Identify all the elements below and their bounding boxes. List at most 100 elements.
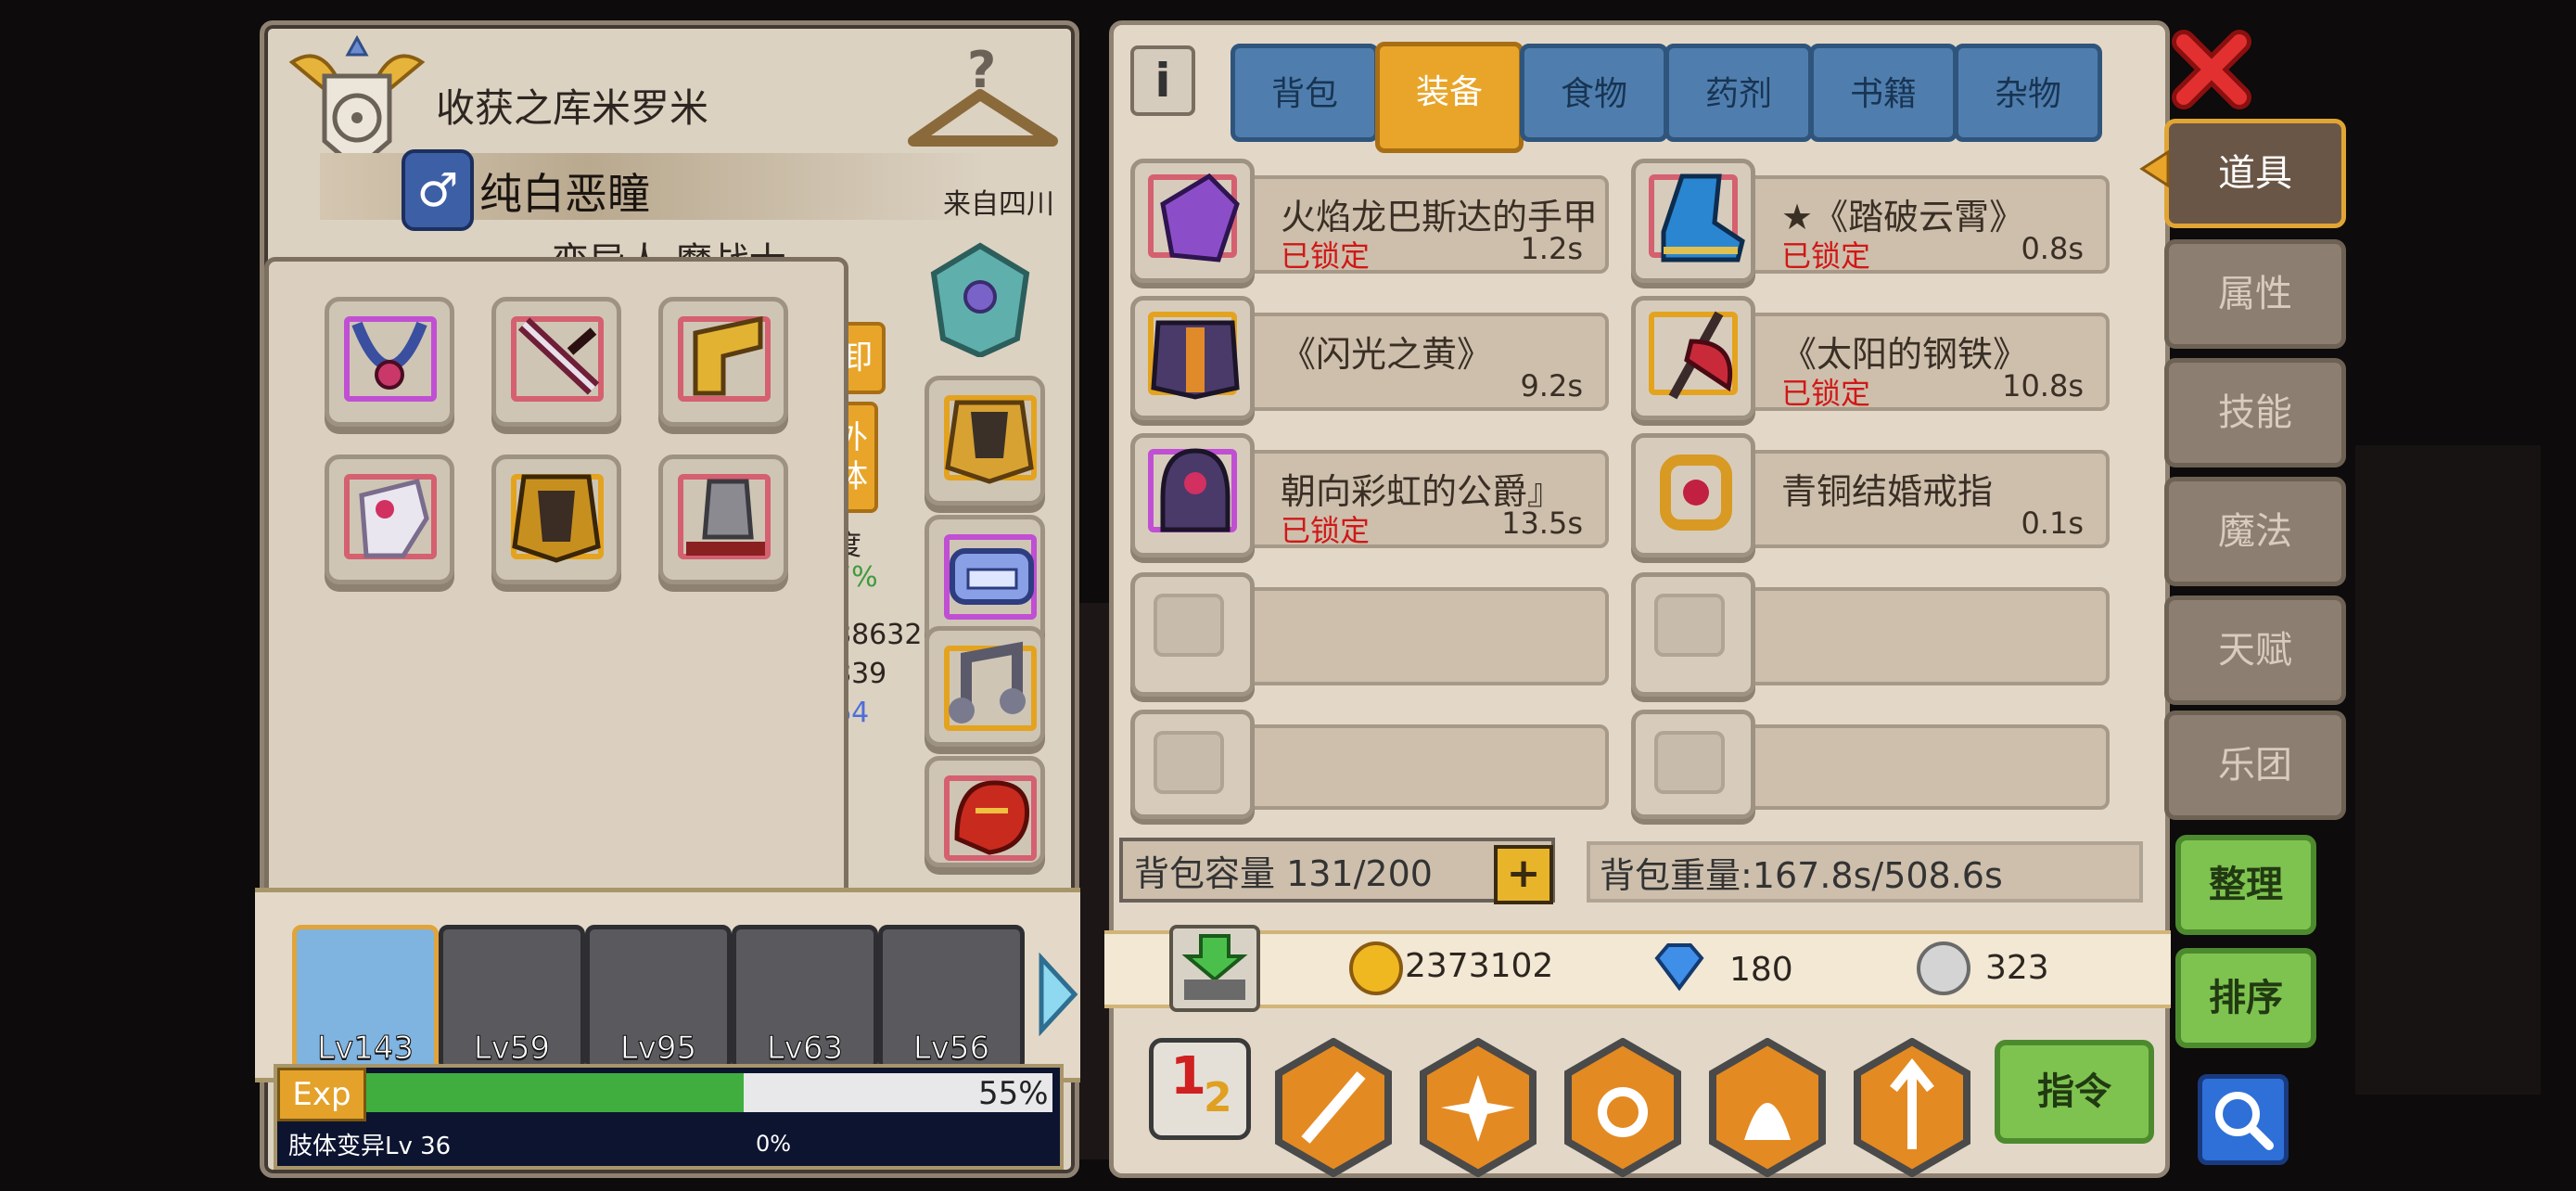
tab-books[interactable]: 书籍	[1809, 44, 1958, 142]
gold-amount: 2373102	[1405, 947, 1554, 985]
exp-label: Exp	[277, 1068, 366, 1121]
ring-icon	[1660, 455, 1732, 531]
item-lock: 已锁定	[1781, 376, 1871, 411]
item-icon-box[interactable]	[1130, 296, 1255, 420]
mace-icon	[686, 479, 765, 556]
dragon-icon	[954, 780, 1030, 855]
item-icon-box[interactable]	[1130, 433, 1255, 557]
helmet-icon	[1160, 448, 1231, 532]
party-next-arrow-icon[interactable]	[1034, 953, 1080, 1036]
wardrobe-hanger-icon[interactable]: ?	[904, 39, 1062, 160]
storage-icon[interactable]	[1169, 925, 1260, 1012]
sword-icon	[517, 317, 600, 395]
party-member-1[interactable]: Lv143	[292, 925, 439, 1071]
item-icon-box-empty[interactable]	[1631, 572, 1755, 697]
item-weight: 9.2s	[1520, 368, 1583, 403]
exp-bar-track	[366, 1073, 1052, 1112]
tab-backpack[interactable]: 背包	[1231, 44, 1379, 142]
party-member-level: Lv56	[912, 1030, 990, 1068]
skill-slash-icon[interactable]	[1273, 1038, 1394, 1177]
party-member-5[interactable]: Lv56	[878, 925, 1025, 1071]
equip-slot-necklace[interactable]	[325, 297, 454, 427]
skill-flame-icon[interactable]	[1707, 1038, 1828, 1177]
character-name: 纯白恶瞳	[479, 169, 650, 219]
bag-weight: 背包重量:167.8s/508.6s	[1587, 841, 2143, 903]
axe-icon	[1668, 311, 1733, 400]
right-slot-armor[interactable]	[925, 376, 1045, 506]
item-icon-box[interactable]	[1130, 159, 1255, 283]
mutation-percent: 0%	[756, 1131, 792, 1157]
side-tab-magic[interactable]: 魔法	[2164, 477, 2346, 586]
party-member-level: Lv143	[317, 1030, 414, 1068]
tab-misc[interactable]: 杂物	[1954, 44, 2102, 142]
item-icon-box[interactable]	[1631, 159, 1755, 283]
golden-armor-icon	[945, 400, 1034, 484]
right-slot-bracelet[interactable]	[925, 515, 1045, 645]
party-swap-icon[interactable]: 1 2	[1149, 1038, 1251, 1140]
sort-button[interactable]: 排序	[2175, 948, 2316, 1048]
skill-arrow-icon[interactable]	[1852, 1038, 1972, 1177]
item-icon-box[interactable]	[1631, 433, 1755, 557]
side-tab-band[interactable]: 乐团	[2164, 711, 2346, 820]
bracelet-icon	[950, 548, 1034, 605]
gloves-icon	[359, 478, 429, 558]
exp-bar-fill	[366, 1073, 744, 1112]
item-name: ★《踏破云霄》	[1781, 197, 2025, 237]
equip-slot-armor[interactable]	[491, 455, 621, 584]
item-icon-box[interactable]	[1631, 296, 1755, 420]
info-icon[interactable]: ⅰ	[1130, 45, 1195, 116]
item-weight: 1.2s	[1520, 231, 1583, 266]
item-icon-box-empty[interactable]	[1130, 710, 1255, 819]
gauntlet-icon	[1160, 173, 1240, 263]
skill-burst-icon[interactable]	[1562, 1038, 1683, 1177]
party-member-3[interactable]: Lv95	[585, 925, 732, 1071]
item-name: 《太阳的钢铁》	[1781, 334, 2029, 375]
item-name: 青铜结婚戒指	[1781, 471, 1994, 512]
side-tab-talent[interactable]: 天赋	[2164, 596, 2346, 705]
tab-potion[interactable]: 药剂	[1664, 44, 1813, 142]
tab-food[interactable]: 食物	[1520, 44, 1668, 142]
active-tab-pointer-icon	[2139, 149, 2170, 188]
side-tab-skills[interactable]: 技能	[2164, 358, 2346, 467]
item-name: 《闪光之黄》	[1281, 334, 1493, 375]
exp-percent: 55%	[978, 1075, 1049, 1112]
gold-coin-icon	[1349, 941, 1403, 995]
male-icon: ♂	[402, 149, 474, 231]
organize-button[interactable]: 整理	[2175, 835, 2316, 935]
skill-shuriken-icon[interactable]	[1418, 1038, 1538, 1177]
silver-amount: 323	[1985, 949, 2049, 987]
boots-icon	[1661, 173, 1745, 263]
inventory-panel: ⅰ 背包 装备 食物 药剂 书籍 杂物 火焰龙巴斯达的手甲 已锁定 1.2s ★…	[1104, 20, 2171, 1178]
character-panel: 收获之库米罗米 ? ♂ 纯白恶瞳 来自四川 变异人 魔战士 卸 外 体 度 7%…	[255, 20, 1080, 1178]
equipment-popup	[264, 257, 848, 906]
party-member-2[interactable]: Lv59	[439, 925, 585, 1071]
silver-coin-icon	[1917, 941, 1970, 995]
command-button[interactable]: 指令	[1995, 1040, 2154, 1144]
emblem-icon[interactable]	[925, 237, 1036, 357]
item-icon-box-empty[interactable]	[1130, 572, 1255, 697]
right-slot-music[interactable]	[925, 626, 1045, 747]
item-lock: 已锁定	[1281, 238, 1371, 274]
equip-slot-gloves[interactable]	[325, 455, 454, 584]
item-icon-box-empty[interactable]	[1631, 710, 1755, 819]
right-slot-dragon[interactable]	[925, 756, 1045, 867]
equip-slot-boots[interactable]	[658, 297, 788, 427]
item-weight: 0.8s	[2021, 231, 2084, 266]
search-icon[interactable]	[2198, 1074, 2289, 1165]
music-note-icon	[949, 641, 1026, 724]
diamond-icon	[1654, 943, 1704, 992]
party-member-level: Lv95	[619, 1030, 697, 1068]
tab-equipment[interactable]: 装备	[1375, 42, 1524, 153]
add-capacity-button[interactable]: +	[1494, 845, 1553, 904]
equip-slot-mace[interactable]	[658, 455, 788, 584]
armor-icon	[512, 474, 601, 563]
side-tab-attributes[interactable]: 属性	[2164, 239, 2346, 349]
equip-slot-sword[interactable]	[491, 297, 621, 427]
party-member-4[interactable]: Lv63	[732, 925, 878, 1071]
diamond-amount: 180	[1729, 951, 1793, 989]
party-member-level: Lv59	[473, 1030, 551, 1068]
close-icon[interactable]	[2170, 28, 2253, 111]
side-tab-items[interactable]: 道具	[2164, 119, 2346, 228]
item-weight: 0.1s	[2021, 506, 2084, 541]
mutation-label: 肢体变异Lv 36	[288, 1133, 452, 1160]
